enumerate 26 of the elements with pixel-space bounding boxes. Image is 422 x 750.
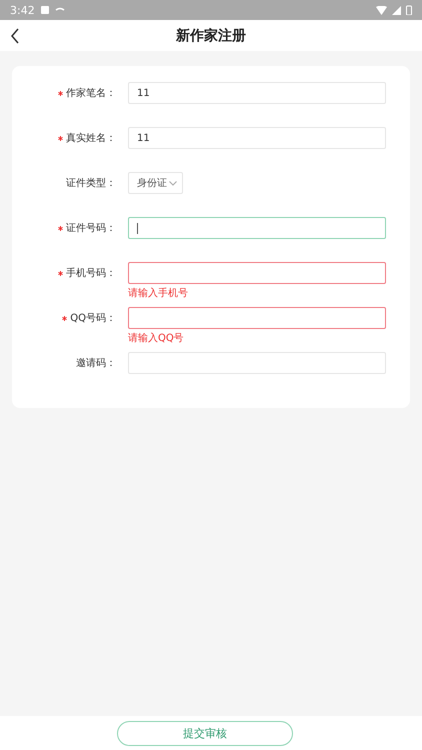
error-message: 请输入手机号: [128, 286, 188, 300]
field-label: 手机号码：: [66, 266, 116, 280]
back-icon[interactable]: [10, 28, 20, 44]
submit-button[interactable]: 提交审核: [117, 720, 293, 746]
status-time: 3:42: [10, 4, 35, 16]
field-label: 邀请码：: [76, 356, 116, 370]
field-label: 证件类型：: [66, 176, 116, 190]
notification-icon: [40, 5, 50, 15]
input-field[interactable]: [128, 262, 386, 284]
id-type-dropdown[interactable]: 身份证: [128, 172, 183, 194]
input-field[interactable]: [128, 307, 386, 329]
field-label: QQ号码：: [70, 312, 116, 325]
battery-icon: [406, 5, 412, 15]
cast-icon: [54, 7, 65, 13]
page-title: 新作家注册: [176, 26, 246, 44]
field-label: 作家笔名：: [66, 86, 116, 100]
input-field[interactable]: 11: [128, 127, 386, 149]
field-label: 真实姓名：: [66, 132, 116, 145]
wifi-icon: [376, 6, 387, 14]
caret-icon: [169, 180, 177, 186]
field-label: 证件号码：: [66, 222, 116, 235]
text-cursor: [137, 222, 138, 234]
input-field[interactable]: [128, 217, 386, 239]
input-field[interactable]: 11: [128, 82, 386, 104]
error-message: 请输入QQ号: [128, 332, 184, 345]
signal-icon: [392, 6, 401, 14]
